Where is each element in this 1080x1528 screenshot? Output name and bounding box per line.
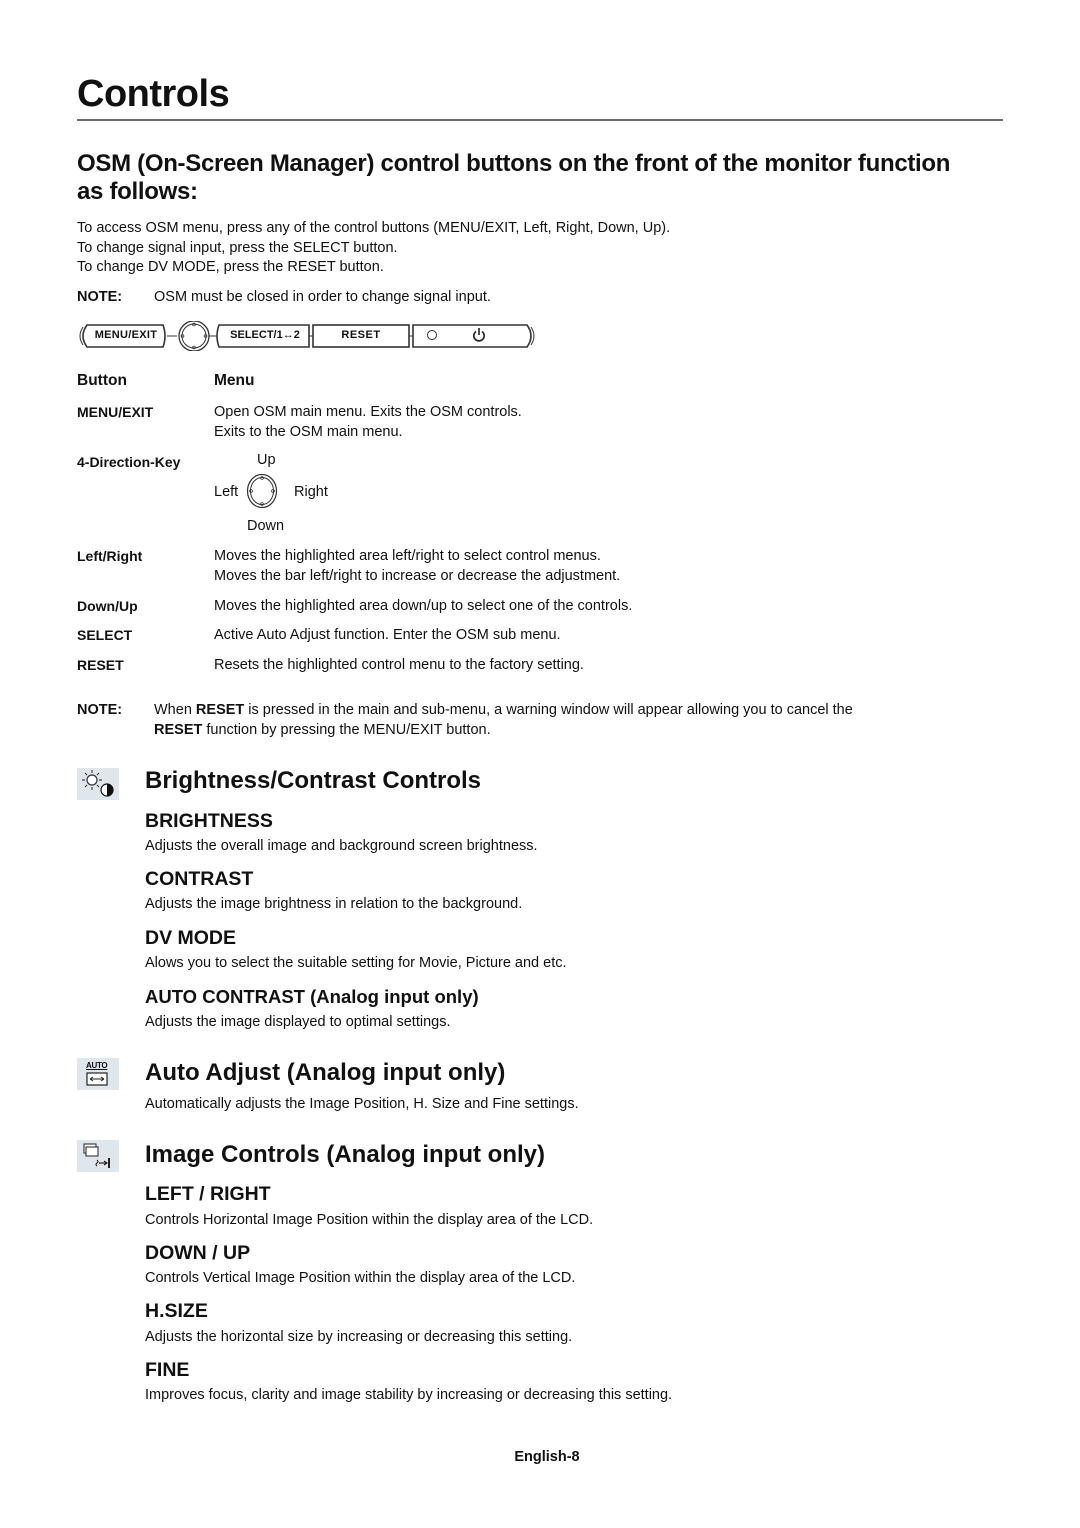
item-title-contrast: CONTRAST <box>145 868 254 890</box>
power-led-icon <box>427 330 437 340</box>
description-line: Open OSM main menu. Exits the OSM contro… <box>214 404 522 420</box>
row-button: 4-Direction-Key <box>77 454 181 470</box>
note-text-part: function by pressing the MENU/EXIT butto… <box>202 722 491 738</box>
auto-adjust-icon-text: AUTO <box>86 1061 108 1070</box>
item-desc-dv-mode: Alows you to select the suitable setting… <box>145 955 567 971</box>
note-text: OSM must be closed in order to change si… <box>154 289 491 305</box>
item-title-h-size: H.SIZE <box>145 1300 208 1322</box>
description-line: Moves the highlighted area left/right to… <box>214 548 601 564</box>
row-description: Open OSM main menu. Exits the OSM contro… <box>214 402 914 442</box>
item-desc-left-right: Controls Horizontal Image Position withi… <box>145 1212 594 1228</box>
note-emphasis: RESET <box>154 722 203 738</box>
item-title-brightness: BRIGHTNESS <box>145 810 273 832</box>
item-title-dv-mode: DV MODE <box>145 927 237 949</box>
reset-button-label: RESET <box>341 329 381 341</box>
menu-exit-button-label: MENU/EXIT <box>94 329 158 341</box>
direction-key-icon <box>246 473 278 509</box>
row-button: SELECT <box>77 627 133 643</box>
section-title-brightness-contrast: Brightness/Contrast Controls <box>145 767 482 794</box>
power-icon <box>473 328 485 342</box>
note-label: NOTE: <box>77 702 123 718</box>
item-desc-contrast: Adjusts the image brightness in relation… <box>145 896 523 912</box>
item-desc-fine: Improves focus, clarity and image stabil… <box>145 1387 673 1403</box>
row-description: Moves the highlighted area left/right to… <box>214 546 914 586</box>
note-text: When RESET is pressed in the main and su… <box>154 700 974 740</box>
description-line: Exits to the OSM main menu. <box>214 424 403 440</box>
header-menu: Menu <box>214 372 255 389</box>
title-divider <box>77 119 1003 121</box>
item-title-down-up: DOWN / UP <box>145 1242 251 1264</box>
item-title-fine: FINE <box>145 1359 190 1381</box>
item-desc-down-up: Controls Vertical Image Position within … <box>145 1270 576 1286</box>
row-description: Moves the highlighted area down/up to se… <box>214 596 914 616</box>
dirkey-down-label: Down <box>247 518 285 534</box>
row-button: Down/Up <box>77 598 138 614</box>
select-button-label: SELECT/1↔2 <box>230 329 300 341</box>
intro-text: To access OSM menu, press any of the con… <box>77 219 670 278</box>
item-title-auto-contrast: AUTO CONTRAST (Analog input only) <box>145 986 479 1007</box>
note-label: NOTE: <box>77 289 123 305</box>
section-title-auto-adjust: Auto Adjust (Analog input only) <box>145 1059 506 1086</box>
image-controls-icon <box>77 1140 119 1172</box>
row-button: Left/Right <box>77 548 143 564</box>
intro-line: To change DV MODE, press the RESET butto… <box>77 259 384 275</box>
direction-key-diagram: Up Left Right Down <box>214 452 354 534</box>
note-emphasis: RESET <box>195 702 245 718</box>
row-button: MENU/EXIT <box>77 404 154 420</box>
item-desc-brightness: Adjusts the overall image and background… <box>145 838 538 854</box>
dirkey-up-label: Up <box>257 452 276 468</box>
page-subtitle: OSM (On-Screen Manager) control buttons … <box>77 150 951 205</box>
section-desc-auto-adjust: Automatically adjusts the Image Position… <box>145 1096 579 1112</box>
intro-line: To change signal input, press the SELECT… <box>77 239 398 256</box>
row-description: Active Auto Adjust function. Enter the O… <box>214 625 914 645</box>
description-line: Moves the bar left/right to increase or … <box>214 568 621 584</box>
brightness-contrast-icon <box>77 768 119 800</box>
description-line: Moves the highlighted area down/up to se… <box>214 598 633 614</box>
note-signal-input: NOTE: OSM must be closed in order to chan… <box>77 288 491 308</box>
page-number: English-8 <box>514 1449 580 1465</box>
item-desc-h-size: Adjusts the horizontal size by increasin… <box>145 1329 573 1345</box>
page-title: Controls <box>77 73 230 115</box>
intro-line: To access OSM menu, press any of the con… <box>77 220 671 236</box>
description-line: Active Auto Adjust function. Enter the O… <box>214 627 561 643</box>
item-title-left-right: LEFT / RIGHT <box>145 1183 271 1205</box>
direction-key-inner <box>181 323 207 349</box>
description-line: Resets the highlighted control menu to t… <box>214 657 584 673</box>
note-text-part: When <box>154 702 196 718</box>
dirkey-left-label: Left <box>214 484 239 500</box>
note-text-part: is pressed in the main and sub-menu, a w… <box>244 702 853 718</box>
section-title-image-controls: Image Controls (Analog input only) <box>145 1141 545 1168</box>
item-desc-auto-contrast: Adjusts the image displayed to optimal s… <box>145 1014 451 1030</box>
auto-adjust-icon: AUTO <box>77 1058 119 1090</box>
row-button: RESET <box>77 657 124 673</box>
header-button: Button <box>77 372 127 389</box>
row-description: Resets the highlighted control menu to t… <box>214 655 914 675</box>
control-button-bar: MENU/EXIT SELECT/1↔2 RESET <box>77 320 537 352</box>
dirkey-right-label: Right <box>294 484 328 500</box>
